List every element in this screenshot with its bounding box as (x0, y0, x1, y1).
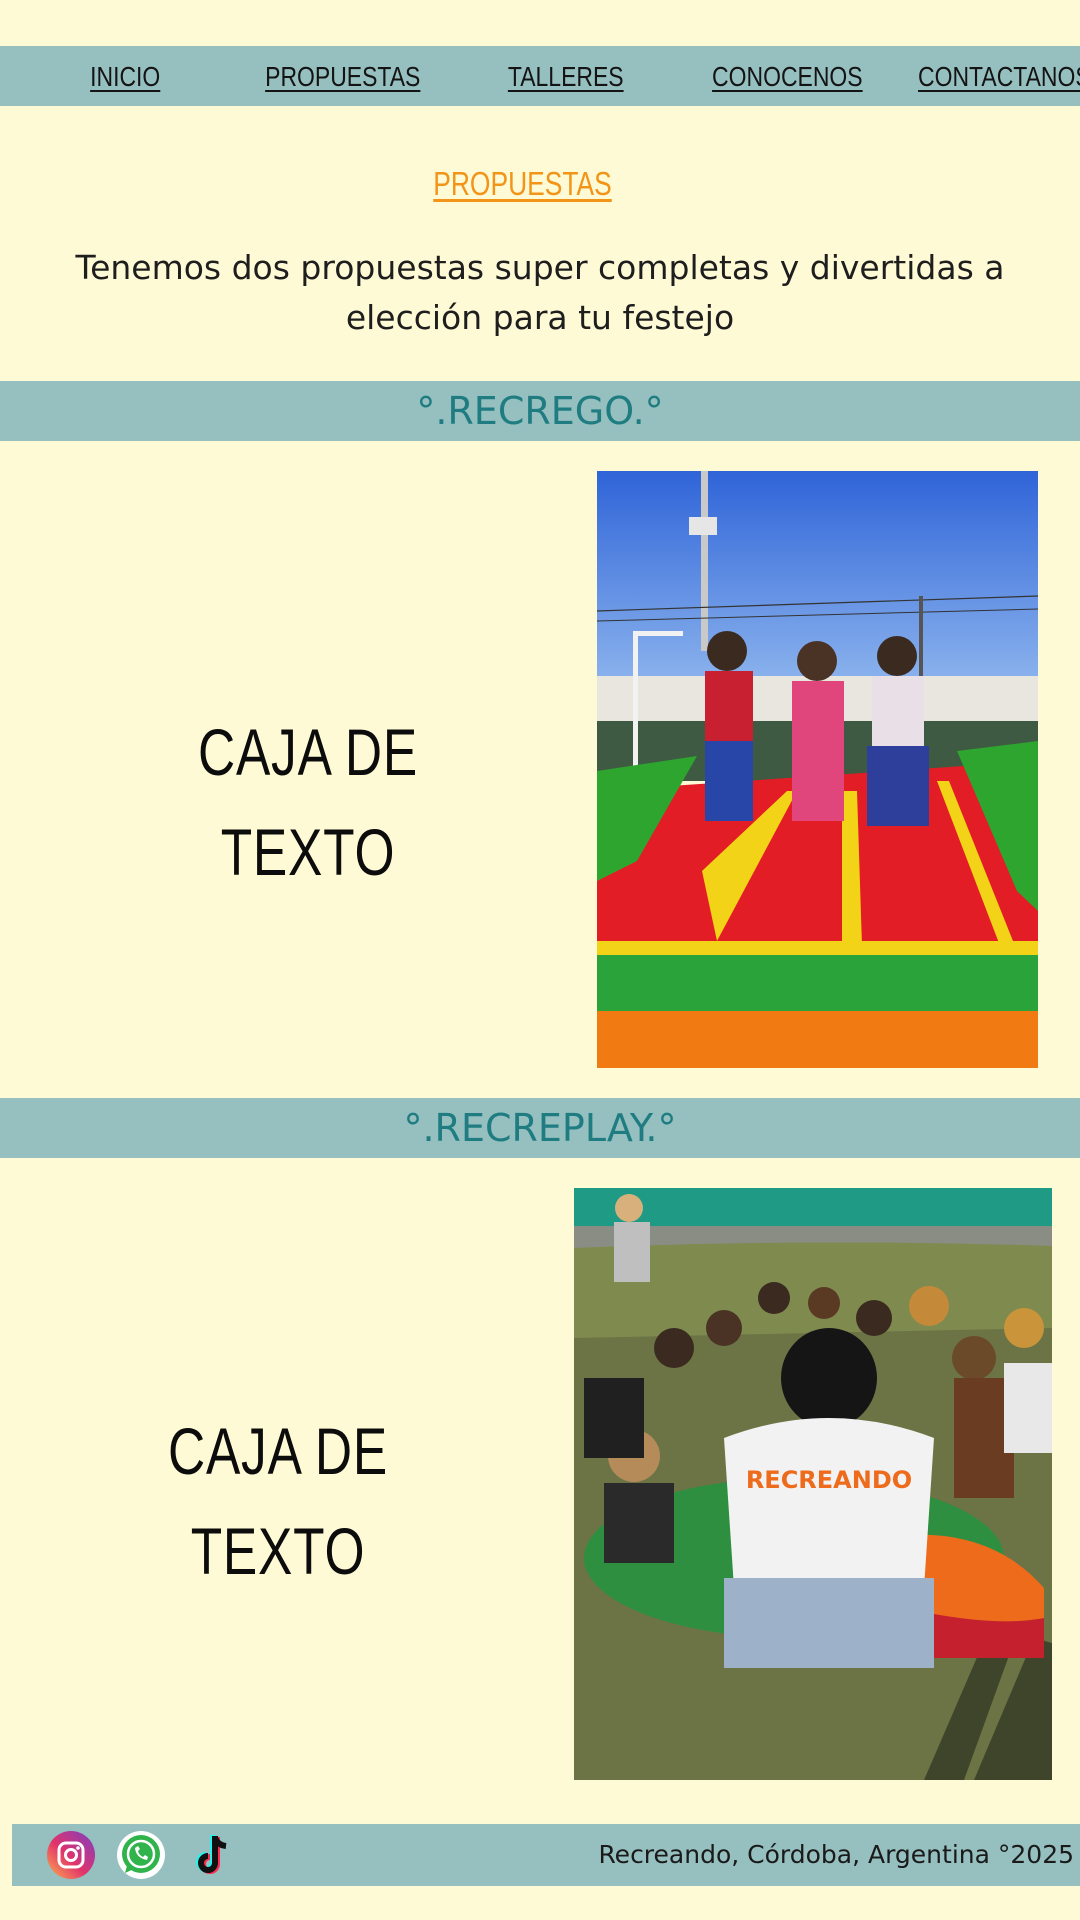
text-box-line-2: TEXTO (190, 1514, 366, 1588)
intro-line-2: elección para tu festejo (345, 298, 735, 337)
nav-item-conocenos[interactable]: CONOCENOS (712, 46, 863, 106)
text-box-line-2: TEXTO (220, 815, 396, 889)
tiktok-icon[interactable] (188, 1830, 238, 1880)
propuestas-section-link[interactable]: PROPUESTAS (105, 165, 941, 203)
recrego-section-title: °.RECREGO.° (0, 381, 1080, 441)
top-nav-bar: INICIO PROPUESTAS TALLERES CONOCENOS CON… (0, 46, 1080, 106)
footer-bar: Recreando, Córdoba, Argentina °2025 (12, 1824, 1080, 1886)
footer-copyright: Recreando, Córdoba, Argentina °2025 (598, 1840, 1074, 1869)
shirt-logo-text: RECREANDO (746, 1466, 912, 1494)
text-box-recrego: CAJA DE TEXTO (160, 702, 456, 902)
nav-item-inicio[interactable]: INICIO (90, 46, 160, 106)
nav-item-propuestas[interactable]: PROPUESTAS (265, 46, 420, 106)
text-box-line-1: CAJA DE (167, 1414, 389, 1488)
instagram-icon[interactable] (46, 1830, 96, 1880)
kids-circle-photo: RECREANDO (574, 1188, 1052, 1780)
intro-line-1: Tenemos dos propuestas super completas y… (75, 248, 1005, 287)
nav-item-talleres[interactable]: TALLERES (508, 46, 624, 106)
bouncy-castle-photo (597, 471, 1038, 1068)
intro-paragraph: Tenemos dos propuestas super completas y… (60, 243, 1020, 343)
recreplay-section-title: °.RECREPLAY.° (0, 1098, 1080, 1158)
text-box-recreplay: CAJA DE TEXTO (130, 1401, 426, 1601)
text-box-line-1: CAJA DE (197, 715, 419, 789)
nav-item-contactanos[interactable]: CONTACTANOS (918, 46, 1080, 106)
whatsapp-icon[interactable] (116, 1830, 166, 1880)
